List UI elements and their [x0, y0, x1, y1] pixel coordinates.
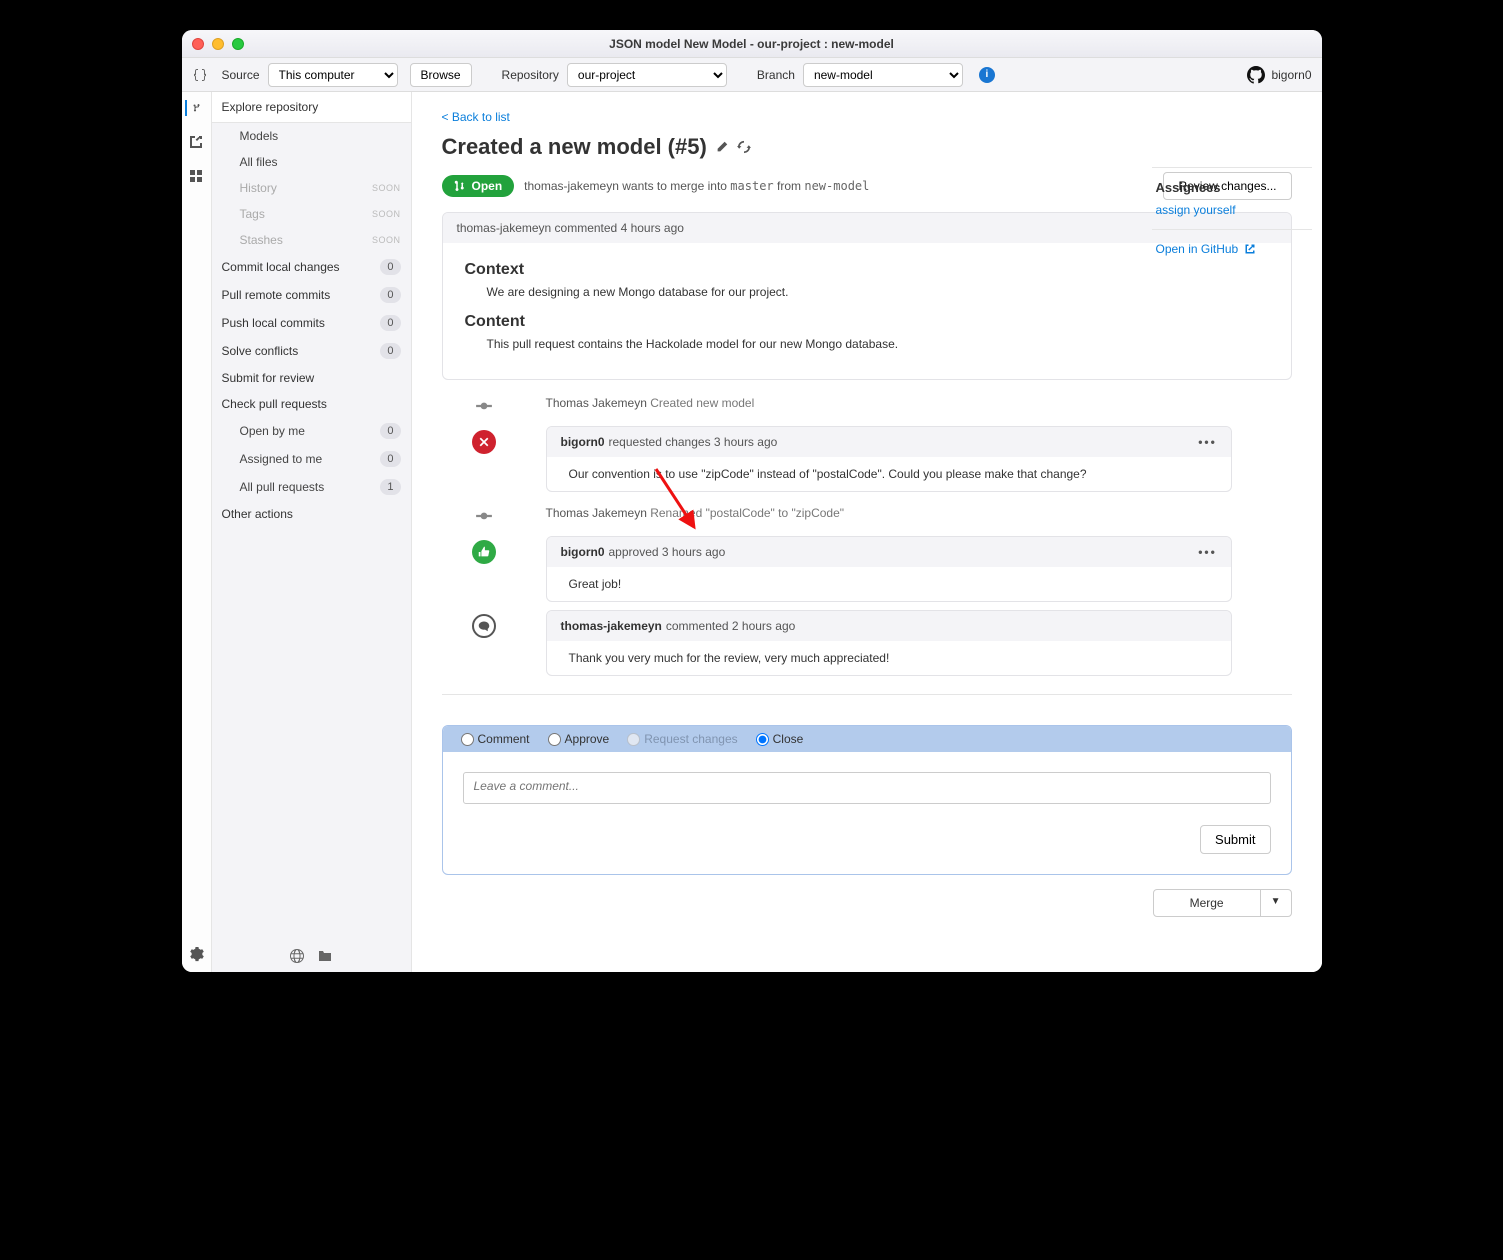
- github-icon: [1247, 66, 1265, 84]
- review-comment: Our convention is to use "zipCode" inste…: [547, 457, 1231, 491]
- context-heading: Context: [465, 261, 1269, 279]
- edit-icon[interactable]: [715, 140, 729, 154]
- context-text: We are designing a new Mongo database fo…: [487, 285, 1269, 299]
- submit-button[interactable]: Submit: [1200, 825, 1270, 854]
- sidebar-item-open-by-me[interactable]: Open by me0: [212, 417, 411, 445]
- assignees-heading: Assignees: [1156, 180, 1308, 195]
- sidebar-item-submit-review[interactable]: Submit for review: [212, 365, 411, 391]
- titlebar: JSON model New Model - our-project : new…: [182, 30, 1322, 58]
- refresh-icon[interactable]: [737, 140, 751, 154]
- sidebar-item-other[interactable]: Other actions: [212, 501, 411, 527]
- merge-desc: thomas-jakemeyn wants to merge into mast…: [524, 179, 869, 193]
- more-icon[interactable]: •••: [1198, 545, 1217, 559]
- window-title: JSON model New Model - our-project : new…: [182, 37, 1322, 51]
- folder-icon[interactable]: [317, 948, 333, 964]
- close-window-icon[interactable]: [192, 38, 204, 50]
- globe-icon[interactable]: [289, 948, 305, 964]
- review-panel-request: bigorn0 requested changes 3 hours ago•••…: [546, 426, 1232, 492]
- open-github-link[interactable]: Open in GitHub: [1156, 242, 1257, 256]
- settings-icon[interactable]: [188, 946, 204, 962]
- aside: Assignees assign yourself Open in GitHub: [1152, 167, 1312, 268]
- branch-label: Branch: [757, 68, 795, 82]
- external-link-icon: [1244, 243, 1256, 255]
- maximize-window-icon[interactable]: [232, 38, 244, 50]
- approve-icon: [472, 540, 496, 564]
- merge-button[interactable]: Merge ▼: [1153, 889, 1292, 917]
- repo-label: Repository: [502, 68, 559, 82]
- repo-select[interactable]: our-project: [567, 63, 727, 87]
- app-window: JSON model New Model - our-project : new…: [182, 30, 1322, 972]
- commit-icon: [472, 504, 496, 528]
- opt-request-changes: Request changes: [627, 732, 737, 746]
- review-panel-approve: bigorn0 approved 3 hours ago••• Great jo…: [546, 536, 1232, 602]
- apps-icon[interactable]: [188, 168, 204, 184]
- icon-rail: [182, 92, 212, 972]
- sidebar-item-history: HistorySOON: [212, 175, 411, 201]
- assign-yourself-link[interactable]: assign yourself: [1156, 203, 1236, 217]
- commit-line: Thomas Jakemeyn Renamed "postalCode" to …: [546, 500, 1292, 526]
- comment-textarea[interactable]: [463, 772, 1271, 804]
- more-icon[interactable]: •••: [1198, 435, 1217, 449]
- sidebar-item-assigned-to-me[interactable]: Assigned to me0: [212, 445, 411, 473]
- opt-close[interactable]: Close: [756, 732, 804, 746]
- sidebar-item-stashes: StashesSOON: [212, 227, 411, 253]
- toolbar: Source This computer Browse Repository o…: [182, 58, 1322, 92]
- comment-icon: [472, 614, 496, 638]
- github-user[interactable]: bigorn0: [1247, 66, 1311, 84]
- browse-button[interactable]: Browse: [410, 63, 472, 87]
- commit-icon: [472, 394, 496, 418]
- sidebar-item-all-pr[interactable]: All pull requests1: [212, 473, 411, 501]
- sidebar-item-pull-remote[interactable]: Pull remote commits0: [212, 281, 411, 309]
- main-content: < Back to list Created a new model (#5) …: [412, 92, 1322, 972]
- commit-line: Thomas Jakemeyn Created new model: [546, 390, 1292, 416]
- opt-comment[interactable]: Comment: [461, 732, 530, 746]
- content-text: This pull request contains the Hackolade…: [487, 337, 1269, 351]
- merge-caret-icon[interactable]: ▼: [1260, 890, 1291, 916]
- info-icon[interactable]: i: [979, 67, 995, 83]
- source-label: Source: [222, 68, 260, 82]
- explore-header: Explore repository: [212, 92, 411, 123]
- sidebar-item-check-pr[interactable]: Check pull requests: [212, 391, 411, 417]
- content-heading: Content: [465, 313, 1269, 331]
- reject-icon: [472, 430, 496, 454]
- minimize-window-icon[interactable]: [212, 38, 224, 50]
- review-comment: Great job!: [547, 567, 1231, 601]
- sidebar-item-commit-local[interactable]: Commit local changes0: [212, 253, 411, 281]
- pr-icon: [454, 180, 466, 192]
- source-select[interactable]: This computer: [268, 63, 398, 87]
- sidebar-item-all-files[interactable]: All files: [212, 149, 411, 175]
- branch-select[interactable]: new-model: [803, 63, 963, 87]
- sidebar: Explore repository Models All files Hist…: [212, 92, 412, 972]
- pr-title: Created a new model (#5): [442, 134, 1292, 160]
- sidebar-item-push-local[interactable]: Push local commits0: [212, 309, 411, 337]
- sidebar-item-solve-conflicts[interactable]: Solve conflicts0: [212, 337, 411, 365]
- back-link[interactable]: < Back to list: [442, 110, 1292, 124]
- github-username: bigorn0: [1271, 68, 1311, 82]
- branch-icon[interactable]: [185, 100, 201, 116]
- status-pill: Open: [442, 175, 515, 197]
- sidebar-item-models[interactable]: Models: [212, 123, 411, 149]
- review-panel-comment: thomas-jakemeyn commented 2 hours ago Th…: [546, 610, 1232, 676]
- review-comment: Thank you very much for the review, very…: [547, 641, 1231, 675]
- sidebar-item-tags: TagsSOON: [212, 201, 411, 227]
- opt-approve[interactable]: Approve: [548, 732, 610, 746]
- comment-box: Comment Approve Request changes Close Su…: [442, 725, 1292, 875]
- braces-icon[interactable]: [192, 67, 208, 83]
- import-icon[interactable]: [188, 134, 204, 150]
